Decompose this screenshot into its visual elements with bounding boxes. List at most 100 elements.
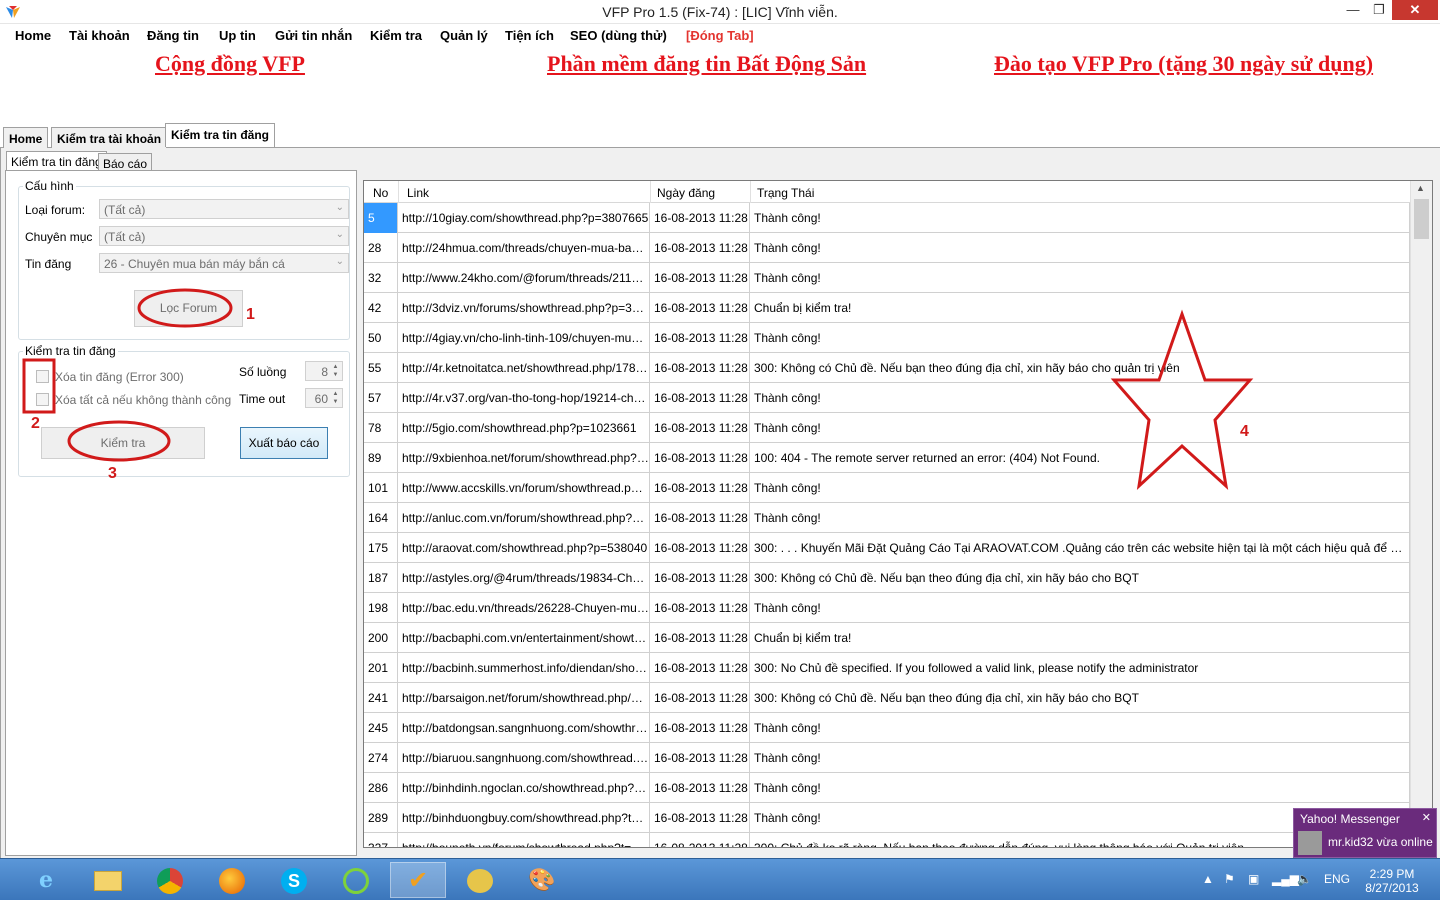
- table-row[interactable]: 50 http://4giay.vn/cho-linh-tinh-109/chuy…: [364, 323, 1410, 353]
- cell-no[interactable]: 286: [364, 773, 398, 803]
- scroll-thumb[interactable]: [1414, 199, 1429, 239]
- cell-date[interactable]: 16-08-2013 11:28: [650, 743, 750, 773]
- forum-type-select[interactable]: (Tất cả) ⌄: [99, 199, 349, 219]
- cell-link[interactable]: http://binhduongbuy.com/showthread.php?t…: [398, 803, 650, 833]
- banner-community-link[interactable]: Cộng đồng VFP: [155, 51, 305, 77]
- table-row[interactable]: 241 http://barsaigon.net/forum/showthread…: [364, 683, 1410, 713]
- cell-date[interactable]: 16-08-2013 11:28: [650, 713, 750, 743]
- header-status[interactable]: Trạng Thái: [757, 186, 814, 200]
- cell-no[interactable]: 175: [364, 533, 398, 563]
- table-row[interactable]: 200 http://bacbaphi.com.vn/entertainment/…: [364, 623, 1410, 653]
- header-no[interactable]: No: [373, 186, 388, 200]
- tab-check-account[interactable]: Kiểm tra tài khoản: [51, 127, 168, 149]
- cell-date[interactable]: 16-08-2013 11:28: [650, 353, 750, 383]
- menu-utilities[interactable]: Tiện ích: [505, 28, 554, 43]
- table-row[interactable]: 42 http://3dviz.vn/forums/showthread.php?…: [364, 293, 1410, 323]
- cell-status[interactable]: 300: Không có Chủ đề. Nếu bạn theo đúng …: [750, 353, 1410, 383]
- signal-icon[interactable]: ▂▄▆: [1272, 872, 1299, 886]
- yahoo-messenger-icon[interactable]: [452, 862, 508, 898]
- action-center-icon[interactable]: ⚑: [1224, 872, 1235, 886]
- cell-date[interactable]: 16-08-2013 11:28: [650, 293, 750, 323]
- cell-link[interactable]: http://www.24kho.com/@forum/threads/2116…: [398, 263, 650, 293]
- cell-status[interactable]: 300: Không có Chủ đề. Nếu bạn theo đúng …: [750, 683, 1410, 713]
- check-button[interactable]: Kiểm tra: [41, 427, 205, 459]
- cell-link[interactable]: http://binhdinh.ngoclan.co/showthread.ph…: [398, 773, 650, 803]
- maximize-button[interactable]: ❐: [1366, 0, 1392, 20]
- table-row[interactable]: 245 http://batdongsan.sangnhuong.com/show…: [364, 713, 1410, 743]
- cell-date[interactable]: 16-08-2013 11:28: [650, 803, 750, 833]
- menu-post[interactable]: Đăng tin: [147, 28, 199, 43]
- cell-date[interactable]: 16-08-2013 11:28: [650, 323, 750, 353]
- notification-close-icon[interactable]: ✕: [1422, 811, 1431, 824]
- cell-date[interactable]: 16-08-2013 11:28: [650, 443, 750, 473]
- table-row[interactable]: 32 http://www.24kho.com/@forum/threads/21…: [364, 263, 1410, 293]
- table-row[interactable]: 28 http://24hmua.com/threads/chuyen-mua-b…: [364, 233, 1410, 263]
- messenger-notification[interactable]: Yahoo! Messenger ✕ mr.kid32 vừa online: [1293, 808, 1437, 858]
- cell-date[interactable]: 16-08-2013 11:28: [650, 203, 750, 233]
- cell-date[interactable]: 16-08-2013 11:28: [650, 413, 750, 443]
- cell-link[interactable]: http://9xbienhoa.net/forum/showthread.ph…: [398, 443, 650, 473]
- banner-software-link[interactable]: Phần mềm đăng tin Bất Động Sản: [547, 51, 866, 77]
- table-row[interactable]: 55 http://4r.ketnoitatca.net/showthread.p…: [364, 353, 1410, 383]
- cell-link[interactable]: http://4r.ketnoitatca.net/showthread.php…: [398, 353, 650, 383]
- cell-date[interactable]: 16-08-2013 11:28: [650, 533, 750, 563]
- table-row[interactable]: 89 http://9xbienhoa.net/forum/showthread.…: [364, 443, 1410, 473]
- show-hidden-icons-icon[interactable]: ▲: [1202, 872, 1214, 886]
- menu-manage[interactable]: Quản lý: [440, 28, 488, 43]
- thread-count-stepper[interactable]: 8 ▲ ▼: [305, 361, 343, 381]
- table-row[interactable]: 5 http://10giay.com/showthread.php?p=3807…: [364, 203, 1410, 233]
- cell-date[interactable]: 16-08-2013 11:28: [650, 473, 750, 503]
- cell-link[interactable]: http://4r.v37.org/van-tho-tong-hop/19214…: [398, 383, 650, 413]
- cell-status[interactable]: Thành công!: [750, 383, 1410, 413]
- category-select[interactable]: (Tất cả) ⌄: [99, 226, 349, 246]
- menu-close-tab[interactable]: [Đóng Tab]: [686, 28, 754, 43]
- cell-status[interactable]: Thành công!: [750, 413, 1410, 443]
- cell-status[interactable]: Thành công!: [750, 233, 1410, 263]
- menu-send-message[interactable]: Gửi tin nhắn: [275, 28, 352, 43]
- cell-link[interactable]: http://5gio.com/showthread.php?p=1023661: [398, 413, 650, 443]
- cell-status[interactable]: Thành công!: [750, 503, 1410, 533]
- table-row[interactable]: 164 http://anluc.com.vn/forum/showthread.…: [364, 503, 1410, 533]
- table-row[interactable]: 175 http://araovat.com/showthread.php?p=5…: [364, 533, 1410, 563]
- chrome-icon[interactable]: [142, 862, 198, 898]
- file-explorer-icon[interactable]: [80, 862, 136, 898]
- paint-icon[interactable]: 🎨: [514, 862, 570, 898]
- cell-link[interactable]: http://www.accskills.vn/forum/showthread…: [398, 473, 650, 503]
- cell-status[interactable]: Chuẩn bị kiểm tra!: [750, 293, 1410, 323]
- cell-date[interactable]: 16-08-2013 11:28: [650, 383, 750, 413]
- cell-date[interactable]: 16-08-2013 11:28: [650, 683, 750, 713]
- menu-check[interactable]: Kiểm tra: [370, 28, 422, 43]
- table-row[interactable]: 286 http://binhdinh.ngoclan.co/showthread…: [364, 773, 1410, 803]
- firefox-icon[interactable]: [204, 862, 260, 898]
- table-row[interactable]: 187 http://astyles.org/@4rum/threads/1983…: [364, 563, 1410, 593]
- cell-status[interactable]: Thành công!: [750, 263, 1410, 293]
- vertical-scrollbar[interactable]: ▲: [1410, 181, 1432, 847]
- cell-link[interactable]: http://24hmua.com/threads/chuyen-mua-ban…: [398, 233, 650, 263]
- cell-no[interactable]: 201: [364, 653, 398, 683]
- cell-link[interactable]: http://bac.edu.vn/threads/26228-Chuyen-m…: [398, 593, 650, 623]
- filter-forum-button[interactable]: Lọc Forum: [134, 290, 243, 327]
- menu-account[interactable]: Tài khoản: [69, 28, 130, 43]
- cell-no[interactable]: 274: [364, 743, 398, 773]
- table-row[interactable]: 289 http://binhduongbuy.com/showthread.ph…: [364, 803, 1410, 833]
- table-row[interactable]: 198 http://bac.edu.vn/threads/26228-Chuye…: [364, 593, 1410, 623]
- close-button[interactable]: ✕: [1392, 0, 1438, 20]
- input-language[interactable]: ENG: [1324, 872, 1350, 886]
- network-monitor-icon[interactable]: ▣: [1248, 872, 1259, 886]
- cell-status[interactable]: Thành công!: [750, 713, 1410, 743]
- cell-status[interactable]: 300: . . . Khuyến Mãi Đặt Quảng Cáo Tại …: [750, 533, 1410, 563]
- header-link[interactable]: Link: [407, 186, 429, 200]
- cell-link[interactable]: http://bacbaphi.com.vn/entertainment/sho…: [398, 623, 650, 653]
- cell-no[interactable]: 245: [364, 713, 398, 743]
- cell-no[interactable]: 78: [364, 413, 398, 443]
- cell-status[interactable]: Chuẩn bị kiểm tra!: [750, 623, 1410, 653]
- cell-date[interactable]: 16-08-2013 11:28: [650, 653, 750, 683]
- cell-status[interactable]: 300: No Chủ đề specified. If you followe…: [750, 653, 1410, 683]
- tab-check-posts[interactable]: Kiểm tra tin đăng: [165, 123, 276, 147]
- cell-link[interactable]: http://4giay.vn/cho-linh-tinh-109/chuyen…: [398, 323, 650, 353]
- delete-all-checkbox[interactable]: [36, 393, 49, 406]
- minimize-button[interactable]: —: [1340, 0, 1366, 20]
- banner-training-link[interactable]: Đào tạo VFP Pro (tặng 30 ngày sử dụng): [994, 51, 1373, 77]
- table-row[interactable]: 101 http://www.accskills.vn/forum/showthr…: [364, 473, 1410, 503]
- timeout-stepper[interactable]: 60 ▲ ▼: [305, 388, 343, 408]
